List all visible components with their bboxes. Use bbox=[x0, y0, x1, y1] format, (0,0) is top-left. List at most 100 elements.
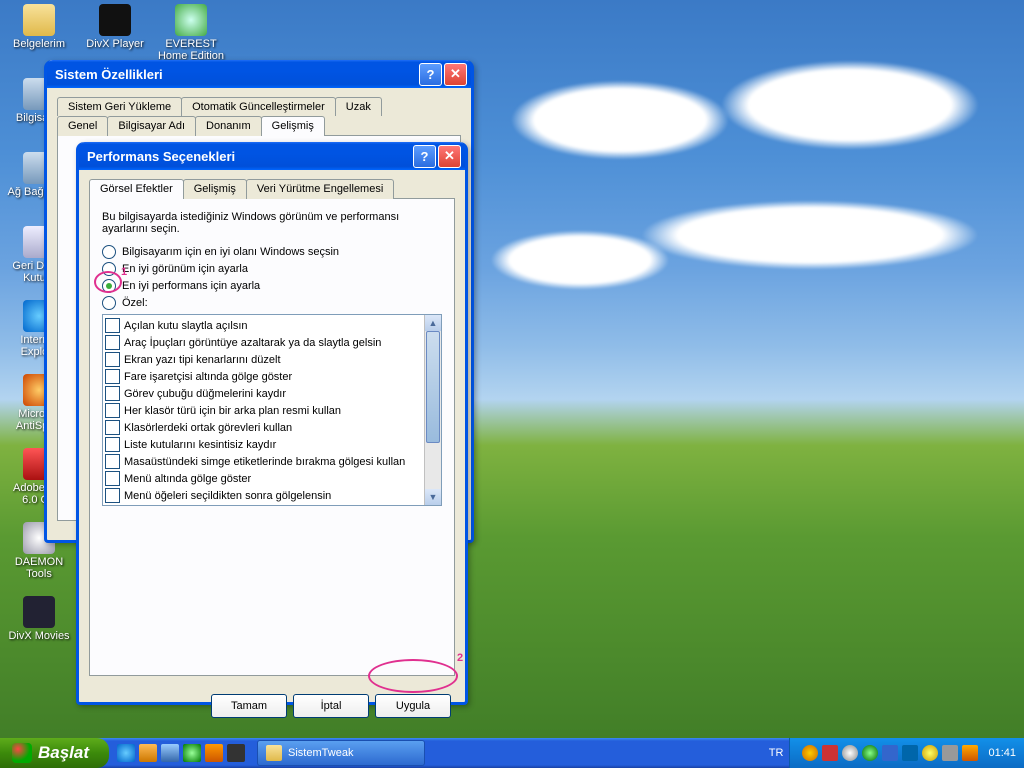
check-label: Menü altında gölge göster bbox=[124, 473, 251, 485]
tab-general[interactable]: Genel bbox=[57, 116, 108, 136]
check-item[interactable]: Ekran yazı tipi kenarlarını düzelt bbox=[105, 351, 423, 368]
tab-system-restore[interactable]: Sistem Geri Yükleme bbox=[57, 97, 182, 116]
checkbox-icon bbox=[105, 471, 120, 486]
check-label: Liste kutularını kesintisiz kaydır bbox=[124, 439, 276, 451]
check-item[interactable]: Araç İpuçları görüntüye azaltarak ya da … bbox=[105, 334, 423, 351]
ql-show-desktop-icon[interactable] bbox=[161, 744, 179, 762]
check-item[interactable]: Her klasör türü için bir arka plan resmi… bbox=[105, 402, 423, 419]
check-item[interactable]: Menü öğeleri seçildikten sonra gölgelens… bbox=[105, 487, 423, 504]
help-button[interactable]: ? bbox=[413, 145, 436, 168]
desktop-icon-everest[interactable]: EVEREST Home Edition bbox=[156, 4, 226, 62]
scrollbar[interactable]: ▲ ▼ bbox=[424, 315, 441, 505]
window-title: Sistem Özellikleri bbox=[55, 67, 163, 82]
check-item[interactable]: Açılan kutu slaytla açılsın bbox=[105, 317, 423, 334]
annotation-number-2: 2 bbox=[457, 652, 463, 664]
tab-hardware[interactable]: Donanım bbox=[195, 116, 262, 136]
start-button[interactable]: Başlat bbox=[0, 738, 109, 768]
ql-ie-icon[interactable] bbox=[117, 744, 135, 762]
window-performance-options[interactable]: Performans Seçenekleri ? ✕ Görsel Efektl… bbox=[76, 142, 468, 705]
icon-label: DivX Player bbox=[80, 38, 150, 50]
effects-checklist[interactable]: Açılan kutu slaytla açılsın Araç İpuçları… bbox=[102, 314, 442, 506]
check-item[interactable]: Menü altında gölge göster bbox=[105, 470, 423, 487]
scroll-thumb[interactable] bbox=[426, 331, 440, 443]
radio-icon bbox=[102, 279, 116, 293]
ql-media-icon[interactable] bbox=[183, 744, 201, 762]
check-item[interactable]: Klasörlerdeki ortak görevleri kullan bbox=[105, 419, 423, 436]
apply-button[interactable]: Uygula bbox=[375, 694, 451, 718]
icon-label: Belgelerim bbox=[4, 38, 74, 50]
radio-let-windows-choose[interactable]: Bilgisayarım için en iyi olanı Windows s… bbox=[102, 245, 442, 259]
checkbox-icon bbox=[105, 335, 120, 350]
taskbar[interactable]: Başlat SistemTweak TR 01:41 bbox=[0, 738, 1024, 768]
tray-icon[interactable] bbox=[882, 745, 898, 761]
help-button[interactable]: ? bbox=[419, 63, 442, 86]
checkbox-icon bbox=[105, 420, 120, 435]
task-button-sistemtweak[interactable]: SistemTweak bbox=[257, 740, 425, 766]
ok-button[interactable]: Tamam bbox=[211, 694, 287, 718]
task-label: SistemTweak bbox=[288, 747, 353, 759]
checkbox-icon bbox=[105, 488, 120, 503]
scroll-down-icon[interactable]: ▼ bbox=[425, 489, 441, 505]
checkbox-icon bbox=[105, 369, 120, 384]
tab-dep[interactable]: Veri Yürütme Engellemesi bbox=[246, 179, 394, 199]
tray-icon[interactable] bbox=[842, 745, 858, 761]
radio-best-performance[interactable]: En iyi performans için ayarla bbox=[102, 279, 442, 293]
check-item[interactable]: Masaüstündeki simge etiketlerinde bırakm… bbox=[105, 453, 423, 470]
tray-icon[interactable] bbox=[862, 745, 878, 761]
ql-app2-icon[interactable] bbox=[227, 744, 245, 762]
desktop-icon-documents[interactable]: Belgelerim bbox=[4, 4, 74, 50]
annotation-number-1: 1 bbox=[121, 266, 127, 278]
tab-auto-updates[interactable]: Otomatik Güncelleştirmeler bbox=[181, 97, 336, 116]
check-label: Görev çubuğu düğmelerini kaydır bbox=[124, 388, 286, 400]
cloud bbox=[720, 60, 980, 150]
check-item[interactable]: Görev çubuğu düğmelerini kaydır bbox=[105, 385, 423, 402]
tab-visual-effects[interactable]: Görsel Efektler bbox=[89, 179, 184, 199]
check-label: Ekran yazı tipi kenarlarını düzelt bbox=[124, 354, 281, 366]
tab-remote[interactable]: Uzak bbox=[335, 97, 382, 116]
ql-app-icon[interactable] bbox=[205, 744, 223, 762]
system-tray[interactable]: 01:41 bbox=[789, 738, 1024, 768]
cloud bbox=[510, 80, 730, 160]
start-label: Başlat bbox=[38, 743, 89, 763]
titlebar[interactable]: Performans Seçenekleri ? ✕ bbox=[79, 142, 465, 170]
cancel-button[interactable]: İptal bbox=[293, 694, 369, 718]
tray-icon[interactable] bbox=[962, 745, 978, 761]
titlebar[interactable]: Sistem Özellikleri ? ✕ bbox=[47, 60, 471, 88]
window-title: Performans Seçenekleri bbox=[87, 149, 235, 164]
check-label: Fare işaretçisi altında gölge göster bbox=[124, 371, 292, 383]
check-label: Klasörlerdeki ortak görevleri kullan bbox=[124, 422, 292, 434]
close-button[interactable]: ✕ bbox=[444, 63, 467, 86]
tab-advanced[interactable]: Gelişmiş bbox=[261, 116, 325, 136]
desktop-icon-divx-player[interactable]: DivX Player bbox=[80, 4, 150, 50]
icon-label: EVEREST Home Edition bbox=[156, 38, 226, 62]
radio-icon bbox=[102, 262, 116, 276]
close-button[interactable]: ✕ bbox=[438, 145, 461, 168]
radio-label: En iyi performans için ayarla bbox=[122, 280, 260, 292]
radio-label: Özel: bbox=[122, 297, 148, 309]
check-label: Araç İpuçları görüntüye azaltarak ya da … bbox=[124, 337, 381, 349]
check-item[interactable]: Liste kutularını kesintisiz kaydır bbox=[105, 436, 423, 453]
clock[interactable]: 01:41 bbox=[988, 747, 1016, 759]
tab-computer-name[interactable]: Bilgisayar Adı bbox=[107, 116, 196, 136]
task-buttons: SistemTweak bbox=[253, 738, 769, 768]
scroll-up-icon[interactable]: ▲ bbox=[425, 315, 441, 331]
tray-icon[interactable] bbox=[922, 745, 938, 761]
tray-icon[interactable] bbox=[822, 745, 838, 761]
icon-label: DAEMON Tools bbox=[4, 556, 74, 580]
tray-icon[interactable] bbox=[802, 745, 818, 761]
tray-icon[interactable] bbox=[902, 745, 918, 761]
quick-launch bbox=[109, 744, 253, 762]
tabs-row1: Sistem Geri Yükleme Otomatik Güncelleşti… bbox=[47, 88, 471, 115]
radio-custom[interactable]: Özel: bbox=[102, 296, 442, 310]
tray-volume-icon[interactable] bbox=[942, 745, 958, 761]
dialog-button-row: Tamam İptal Uygula bbox=[79, 686, 465, 730]
checkbox-icon bbox=[105, 386, 120, 401]
desktop-icon-divx-movies[interactable]: DivX Movies bbox=[4, 596, 74, 642]
radio-best-appearance[interactable]: En iyi görünüm için ayarla bbox=[102, 262, 442, 276]
tab-advanced[interactable]: Gelişmiş bbox=[183, 179, 247, 199]
folder-divx-icon bbox=[23, 596, 55, 628]
ql-outlook-icon[interactable] bbox=[139, 744, 157, 762]
language-indicator[interactable]: TR bbox=[769, 747, 784, 759]
checkbox-icon bbox=[105, 352, 120, 367]
check-item[interactable]: Fare işaretçisi altında gölge göster bbox=[105, 368, 423, 385]
